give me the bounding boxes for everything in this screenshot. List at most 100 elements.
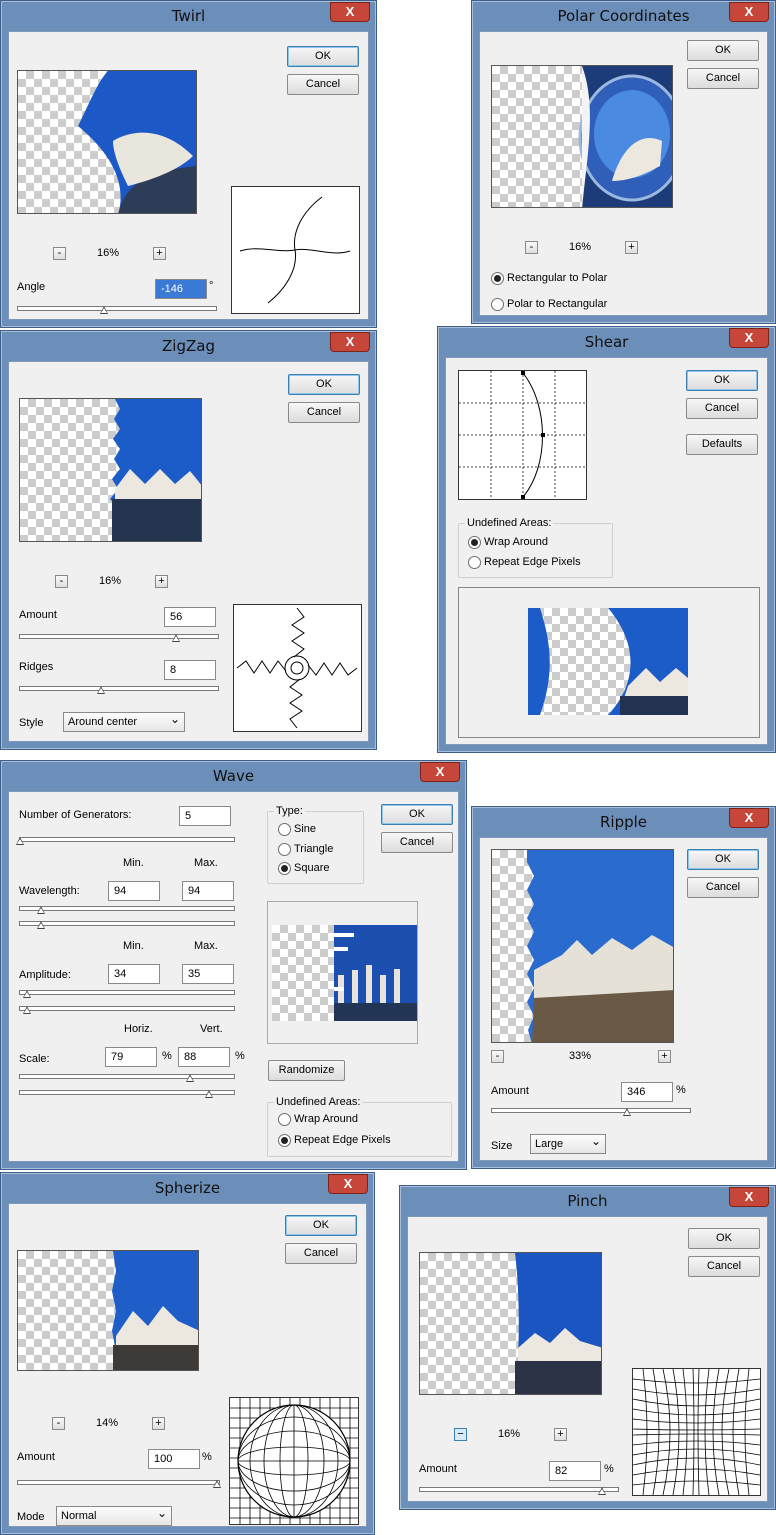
preview-image[interactable] <box>528 608 688 715</box>
zoom-in-button[interactable]: + <box>153 247 166 260</box>
cancel-button[interactable]: Cancel <box>287 74 359 95</box>
zoom-out-button[interactable]: - <box>525 241 538 254</box>
zoom-out-button[interactable]: - <box>53 247 66 260</box>
ridges-input[interactable]: 8 <box>164 660 216 680</box>
slider-thumb[interactable] <box>205 1090 213 1098</box>
ok-button[interactable]: OK <box>288 374 360 395</box>
amount-slider[interactable] <box>17 1480 221 1488</box>
close-button[interactable]: X <box>330 2 370 22</box>
slider-thumb[interactable] <box>23 1006 31 1014</box>
zoom-out-button[interactable]: - <box>491 1050 504 1063</box>
generators-slider[interactable] <box>16 837 235 845</box>
radio-wrap-around[interactable]: Wrap Around <box>468 536 548 549</box>
amplitude-min-input[interactable]: 34 <box>108 964 160 984</box>
wave-titlebar[interactable]: Wave X <box>1 761 466 791</box>
radio-repeat-edge[interactable]: Repeat Edge Pixels <box>278 1134 391 1147</box>
close-button[interactable]: X <box>330 332 370 352</box>
wavelength-min-slider[interactable] <box>19 906 235 914</box>
radio-square[interactable]: Square <box>278 862 329 875</box>
slider-thumb[interactable] <box>623 1108 631 1116</box>
angle-input[interactable]: -146 <box>155 279 207 299</box>
angle-slider[interactable] <box>17 306 217 314</box>
shear-titlebar[interactable]: Shear X <box>438 327 775 357</box>
scale-vert-slider[interactable] <box>19 1090 235 1098</box>
preview-image[interactable] <box>17 1250 199 1371</box>
cancel-button[interactable]: Cancel <box>285 1243 357 1264</box>
pinch-titlebar[interactable]: Pinch X <box>400 1186 775 1216</box>
ok-button[interactable]: OK <box>287 46 359 67</box>
slider-thumb[interactable] <box>213 1480 221 1488</box>
radio-triangle[interactable]: Triangle <box>278 843 333 856</box>
preview-image[interactable] <box>491 849 674 1043</box>
amount-input[interactable]: 100 <box>148 1449 200 1469</box>
slider-thumb[interactable] <box>598 1487 606 1495</box>
ripple-titlebar[interactable]: Ripple X <box>472 807 775 837</box>
amplitude-max-slider[interactable] <box>19 1006 235 1014</box>
preview-image[interactable] <box>17 70 197 214</box>
ok-button[interactable]: OK <box>686 370 758 391</box>
twirl-titlebar[interactable]: Twirl X <box>1 1 376 31</box>
preview-image[interactable] <box>19 398 202 542</box>
scale-horiz-slider[interactable] <box>19 1074 235 1082</box>
scale-vert-input[interactable]: 88 <box>178 1047 230 1067</box>
ok-button[interactable]: OK <box>687 849 759 870</box>
zoom-out-button[interactable]: − <box>454 1428 467 1441</box>
amount-slider[interactable] <box>419 1487 619 1495</box>
radio-sine[interactable]: Sine <box>278 823 316 836</box>
amplitude-max-input[interactable]: 35 <box>182 964 234 984</box>
wavelength-min-input[interactable]: 94 <box>108 881 160 901</box>
close-button[interactable]: X <box>729 808 769 828</box>
generators-input[interactable]: 5 <box>179 806 231 826</box>
cancel-button[interactable]: Cancel <box>686 398 758 419</box>
radio-polar-to-rect[interactable]: Polar to Rectangular <box>491 298 607 311</box>
defaults-button[interactable]: Defaults <box>686 434 758 455</box>
slider-thumb[interactable] <box>97 686 105 694</box>
close-button[interactable]: X <box>729 2 769 22</box>
close-button[interactable]: X <box>420 762 460 782</box>
amount-input[interactable]: 56 <box>164 607 216 627</box>
polar-titlebar[interactable]: Polar Coordinates X <box>472 1 775 31</box>
slider-thumb[interactable] <box>16 837 24 845</box>
spherize-titlebar[interactable]: Spherize X <box>1 1173 374 1203</box>
wavelength-max-slider[interactable] <box>19 921 235 929</box>
zigzag-titlebar[interactable]: ZigZag X <box>1 331 376 361</box>
close-button[interactable]: X <box>328 1174 368 1194</box>
size-select[interactable]: Large <box>530 1132 606 1154</box>
close-button[interactable]: X <box>729 328 769 348</box>
zoom-out-button[interactable]: - <box>55 575 68 588</box>
shear-curve-editor[interactable] <box>458 370 587 500</box>
cancel-button[interactable]: Cancel <box>381 832 453 853</box>
slider-thumb[interactable] <box>37 921 45 929</box>
amount-slider[interactable] <box>491 1108 691 1116</box>
amount-input[interactable]: 346 <box>621 1082 673 1102</box>
ok-button[interactable]: OK <box>688 1228 760 1249</box>
zoom-in-button[interactable]: + <box>152 1417 165 1430</box>
mode-select[interactable]: Normal <box>56 1504 172 1526</box>
zoom-in-button[interactable]: + <box>554 1428 567 1441</box>
zoom-in-button[interactable]: + <box>155 575 168 588</box>
zoom-in-button[interactable]: + <box>658 1050 671 1063</box>
slider-thumb[interactable] <box>186 1074 194 1082</box>
close-button[interactable]: X <box>729 1187 769 1207</box>
ok-button[interactable]: OK <box>381 804 453 825</box>
zoom-in-button[interactable]: + <box>625 241 638 254</box>
randomize-button[interactable]: Randomize <box>268 1060 345 1081</box>
cancel-button[interactable]: Cancel <box>687 877 759 898</box>
slider-thumb[interactable] <box>172 634 180 642</box>
radio-rect-to-polar[interactable]: Rectangular to Polar <box>491 272 607 285</box>
cancel-button[interactable]: Cancel <box>288 402 360 423</box>
ok-button[interactable]: OK <box>285 1215 357 1236</box>
amplitude-min-slider[interactable] <box>19 990 235 998</box>
wavelength-max-input[interactable]: 94 <box>182 881 234 901</box>
zoom-out-button[interactable]: - <box>52 1417 65 1430</box>
amount-input[interactable]: 82 <box>549 1461 601 1481</box>
preview-image[interactable] <box>272 925 417 1021</box>
slider-thumb[interactable] <box>100 306 108 314</box>
cancel-button[interactable]: Cancel <box>687 68 759 89</box>
amount-slider[interactable] <box>19 634 219 642</box>
ok-button[interactable]: OK <box>687 40 759 61</box>
preview-image[interactable] <box>491 65 673 208</box>
slider-thumb[interactable] <box>23 990 31 998</box>
style-select[interactable]: Around center <box>63 710 185 732</box>
radio-repeat-edge[interactable]: Repeat Edge Pixels <box>468 556 581 569</box>
